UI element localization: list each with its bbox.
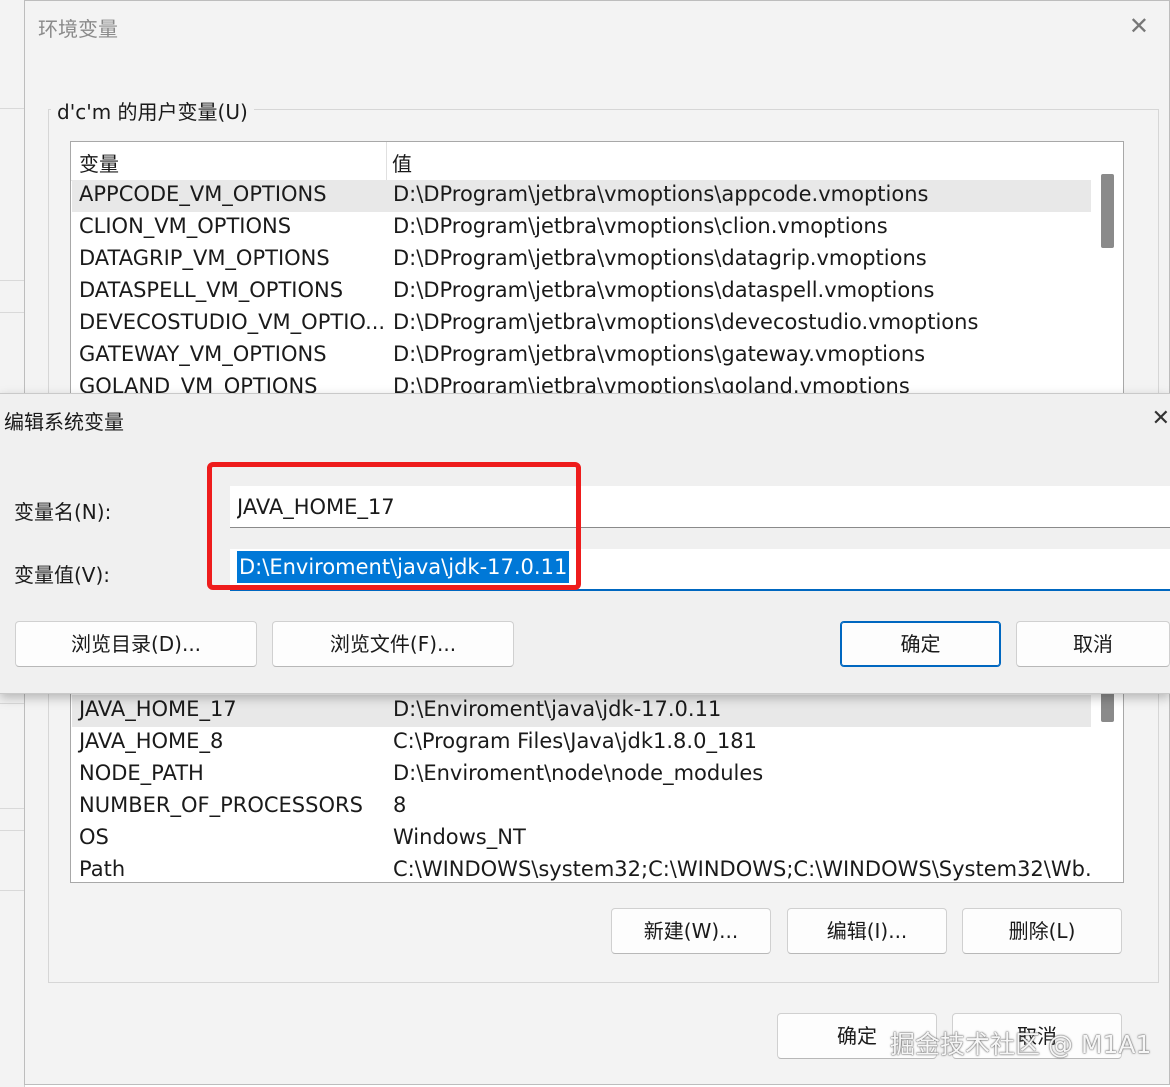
- system-variables-list[interactable]: JAVA_HOME_17 D:\Enviroment\java\jdk-17.0…: [70, 691, 1124, 883]
- dialog-ok-button[interactable]: 确定: [840, 621, 1001, 667]
- delete-button[interactable]: 删除(L): [962, 908, 1122, 954]
- user-list-scrollbar[interactable]: [1091, 142, 1123, 398]
- table-row[interactable]: DATAGRIP_VM_OPTIONS D:\DProgram\jetbra\v…: [72, 244, 1091, 276]
- table-row[interactable]: Path C:\WINDOWS\system32;C:\WINDOWS;C:\W…: [72, 855, 1105, 882]
- watermark: 掘金技术社区 @ M1A1: [890, 1030, 1152, 1059]
- var-value: D:\DProgram\jetbra\vmoptions\clion.vmopt…: [393, 214, 888, 238]
- edit-system-variable-dialog: 编辑系统变量 ✕ 变量名(N): 变量值(V): D:\Enviroment\j…: [0, 393, 1170, 694]
- var-value: D:\Enviroment\node\node_modules: [393, 761, 764, 785]
- var-name: NUMBER_OF_PROCESSORS: [79, 793, 363, 817]
- var-name: OS: [79, 825, 109, 849]
- dialog-title: 编辑系统变量: [4, 410, 124, 434]
- var-name: GATEWAY_VM_OPTIONS: [79, 342, 327, 366]
- variable-name-input[interactable]: [230, 486, 1170, 528]
- scrollbar-thumb[interactable]: [1101, 174, 1114, 248]
- var-name: JAVA_HOME_17: [79, 697, 237, 721]
- close-icon[interactable]: ✕: [1152, 406, 1170, 431]
- variable-value-label: 变量值(V):: [14, 563, 111, 587]
- var-name: DATASPELL_VM_OPTIONS: [79, 278, 344, 302]
- var-value: 8: [393, 793, 407, 817]
- user-variables-list[interactable]: 变量 值 APPCODE_VM_OPTIONS D:\DProgram\jetb…: [70, 141, 1124, 399]
- close-icon[interactable]: ✕: [1129, 13, 1149, 39]
- user-variables-label: d'c'm 的用户变量(U): [51, 96, 254, 125]
- var-name: CLION_VM_OPTIONS: [79, 214, 292, 238]
- list-header: 变量 值: [71, 142, 1091, 181]
- var-value: D:\Enviroment\java\jdk-17.0.11: [393, 697, 722, 721]
- table-row[interactable]: DEVECOSTUDIO_VM_OPTIO... D:\DProgram\jet…: [72, 308, 1091, 340]
- new-button[interactable]: 新建(W)...: [611, 908, 771, 954]
- window-title: 环境变量: [38, 17, 118, 41]
- var-name: JAVA_HOME_8: [79, 729, 224, 753]
- browse-directory-button[interactable]: 浏览目录(D)...: [15, 621, 257, 667]
- var-value: C:\Program Files\Java\jdk1.8.0_181: [393, 729, 758, 753]
- var-value: D:\DProgram\jetbra\vmoptions\dataspell.v…: [393, 278, 935, 302]
- table-row[interactable]: NUMBER_OF_PROCESSORS 8: [72, 791, 1091, 823]
- table-row[interactable]: APPCODE_VM_OPTIONS D:\DProgram\jetbra\vm…: [72, 180, 1091, 212]
- var-value: C:\WINDOWS\system32;C:\WINDOWS;C:\WINDOW…: [393, 857, 1105, 881]
- column-header-value[interactable]: 值: [392, 148, 412, 177]
- variable-name-label: 变量名(N):: [14, 500, 112, 524]
- scrollbar-thumb[interactable]: [1101, 692, 1114, 722]
- var-name: APPCODE_VM_OPTIONS: [79, 182, 327, 206]
- var-name: Path: [79, 857, 126, 881]
- var-value: D:\DProgram\jetbra\vmoptions\datagrip.vm…: [393, 246, 927, 270]
- var-value: D:\DProgram\jetbra\vmoptions\appcode.vmo…: [393, 182, 929, 206]
- dialog-cancel-button[interactable]: 取消: [1016, 621, 1170, 667]
- var-value: D:\DProgram\jetbra\vmoptions\gateway.vmo…: [393, 342, 926, 366]
- table-row[interactable]: JAVA_HOME_17 D:\Enviroment\java\jdk-17.0…: [72, 695, 1091, 727]
- browse-file-button[interactable]: 浏览文件(F)...: [272, 621, 514, 667]
- table-row[interactable]: OS Windows_NT: [72, 823, 1091, 855]
- edit-button[interactable]: 编辑(I)...: [787, 908, 947, 954]
- table-row[interactable]: DATASPELL_VM_OPTIONS D:\DProgram\jetbra\…: [72, 276, 1091, 308]
- var-name: NODE_PATH: [79, 761, 204, 785]
- table-row[interactable]: JAVA_HOME_8 C:\Program Files\Java\jdk1.8…: [72, 727, 1091, 759]
- var-value: Windows_NT: [393, 825, 526, 849]
- table-row[interactable]: NODE_PATH D:\Enviroment\node\node_module…: [72, 759, 1091, 791]
- var-name: DATAGRIP_VM_OPTIONS: [79, 246, 330, 270]
- variable-value-selected-text: D:\Enviroment\java\jdk-17.0.11: [237, 551, 570, 583]
- system-list-scrollbar[interactable]: [1091, 692, 1123, 882]
- table-row[interactable]: GATEWAY_VM_OPTIONS D:\DProgram\jetbra\vm…: [72, 340, 1091, 372]
- column-divider: [386, 142, 387, 180]
- var-name: DEVECOSTUDIO_VM_OPTIO...: [79, 310, 386, 334]
- var-value: D:\DProgram\jetbra\vmoptions\devecostudi…: [393, 310, 979, 334]
- table-row[interactable]: CLION_VM_OPTIONS D:\DProgram\jetbra\vmop…: [72, 212, 1091, 244]
- column-header-name[interactable]: 变量: [79, 148, 119, 177]
